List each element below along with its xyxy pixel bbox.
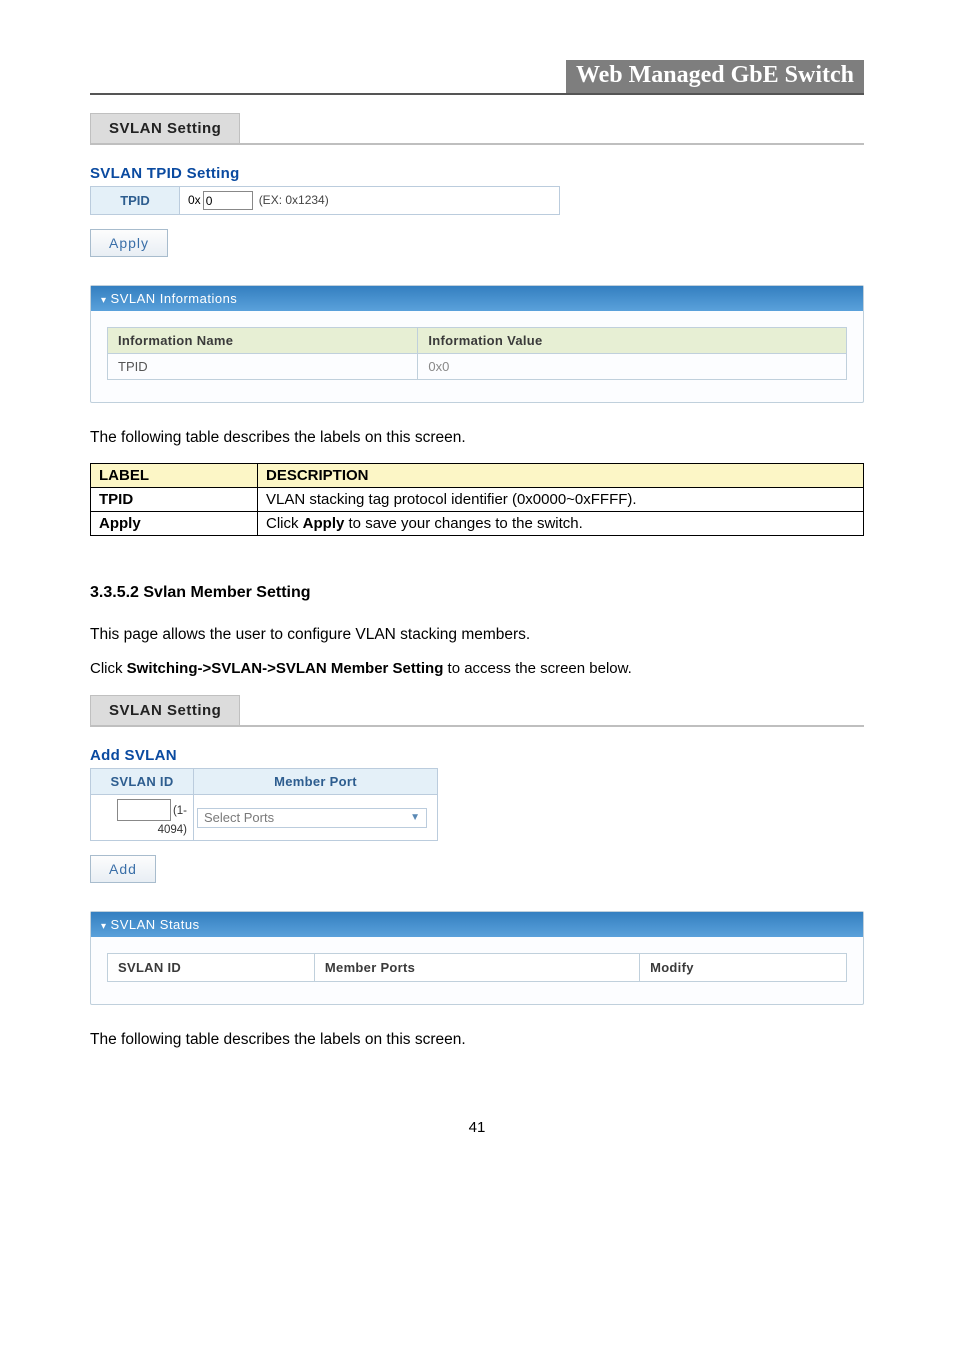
chevron-down-icon: ▼: [410, 812, 420, 823]
svlan-status-header[interactable]: ▾ SVLAN Status: [91, 912, 863, 937]
subsection-heading: 3.3.5.2 Svlan Member Setting: [90, 584, 864, 602]
desc-row1-label: Apply: [99, 515, 141, 532]
page-header: Web Managed GbE Switch: [90, 60, 864, 95]
svlan-informations-panel: ▾ SVLAN Informations Information Name Inf…: [90, 285, 864, 403]
tab-svlan-setting-2[interactable]: SVLAN Setting: [90, 695, 240, 725]
tpid-setting-table: TPID 0x (EX: 0x1234): [90, 186, 560, 215]
info-table: Information Name Information Value TPID …: [107, 327, 847, 380]
select-placeholder: Select Ports: [204, 810, 274, 825]
add-col-id: SVLAN ID: [91, 769, 194, 795]
desc-table-1: LABEL DESCRIPTION TPID VLAN stacking tag…: [90, 463, 864, 536]
page-number: 41: [90, 1119, 864, 1136]
desc-row1-desc: Click Apply to save your changes to the …: [258, 512, 864, 536]
tab-row-member: SVLAN Setting: [90, 695, 864, 727]
tab-svlan-setting-1[interactable]: SVLAN Setting: [90, 113, 240, 143]
tpid-section-title: SVLAN TPID Setting: [90, 165, 864, 182]
info-col-value: Information Value: [418, 328, 847, 354]
info-row-name: TPID: [108, 354, 418, 380]
subsection-p1: This page allows the user to configure V…: [90, 626, 864, 644]
tpid-input[interactable]: [203, 191, 253, 210]
status-col-modify: Modify: [640, 954, 847, 982]
status-col-ports: Member Ports: [314, 954, 639, 982]
svlan-informations-header[interactable]: ▾ SVLAN Informations: [91, 286, 863, 311]
member-port-select[interactable]: Select Ports ▼: [197, 808, 427, 828]
info-row-value: 0x0: [418, 354, 847, 380]
tab-row-tpid: SVLAN Setting: [90, 113, 864, 145]
page-title: Web Managed GbE Switch: [566, 60, 864, 93]
desc-col-label: LABEL: [91, 464, 258, 488]
svlan-status-panel: ▾ SVLAN Status SVLAN ID Member Ports Modi…: [90, 911, 864, 1005]
info-col-name: Information Name: [108, 328, 418, 354]
table-row: TPID VLAN stacking tag protocol identifi…: [91, 488, 864, 512]
desc-row0-desc: VLAN stacking tag protocol identifier (0…: [258, 488, 864, 512]
caret-down-icon: ▾: [101, 921, 107, 932]
status-table: SVLAN ID Member Ports Modify: [107, 953, 847, 982]
apply-button[interactable]: Apply: [90, 229, 168, 257]
add-button[interactable]: Add: [90, 855, 156, 883]
tpid-example-hint: (EX: 0x1234): [259, 193, 329, 207]
panel-header-text: SVLAN Status: [111, 917, 200, 932]
add-col-port: Member Port: [194, 769, 438, 795]
desc-intro-2: The following table describes the labels…: [90, 1031, 864, 1049]
svlan-id-input[interactable]: [117, 799, 171, 821]
table-row: Apply Click Apply to save your changes t…: [91, 512, 864, 536]
add-svlan-table: SVLAN ID Member Port (1-4094) Select Por…: [90, 768, 438, 841]
status-col-id: SVLAN ID: [108, 954, 315, 982]
desc-row0-label: TPID: [99, 491, 133, 508]
add-svlan-title: Add SVLAN: [90, 747, 864, 764]
caret-down-icon: ▾: [101, 295, 107, 306]
tpid-row-label: TPID: [91, 187, 180, 215]
tpid-prefix: 0x: [188, 193, 201, 207]
desc-intro-1: The following table describes the labels…: [90, 429, 864, 447]
panel-header-text: SVLAN Informations: [111, 291, 238, 306]
nav-instruction: Click Switching->SVLAN->SVLAN Member Set…: [90, 660, 864, 677]
desc-col-description: DESCRIPTION: [258, 464, 864, 488]
